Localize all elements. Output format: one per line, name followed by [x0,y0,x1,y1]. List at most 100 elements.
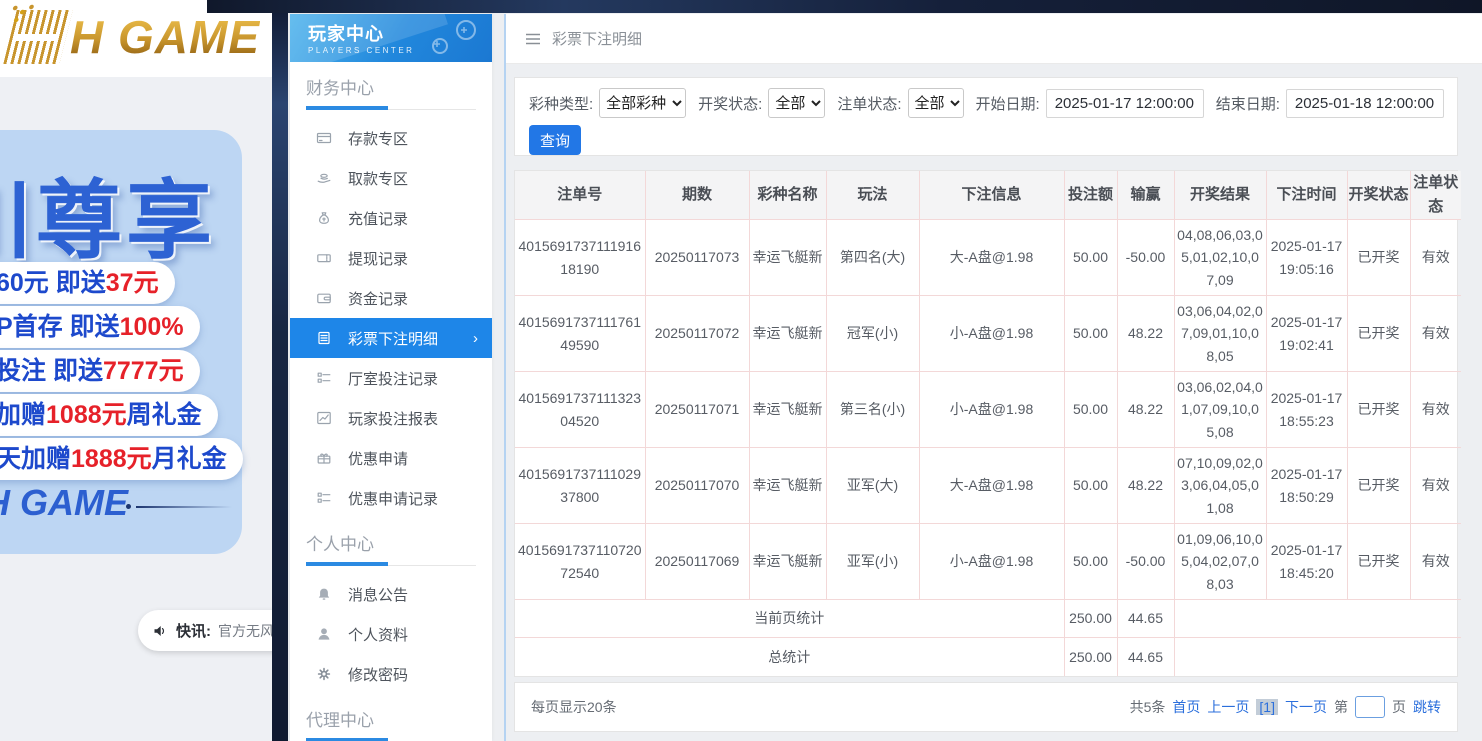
draw-status-select[interactable]: 全部 [768,88,825,118]
next-page-link[interactable]: 下一页 [1285,697,1327,717]
bet-table-card: 注单号 期数 彩种名称 玩法 下注信息 投注额 输赢 开奖结果 下注时间 开奖状… [514,170,1458,677]
site-logo: H GAME [10,10,260,64]
promo-title-clipped: 川 [0,173,36,269]
sidebar-item-hall-bet-record[interactable]: 厅室投注记录 [290,358,492,398]
screen: H GAME 川尊享 60元 即送37元 P首存 即送100% 投注 即送777… [0,0,1482,741]
promo-footer-logo: H GAME [0,482,128,524]
navy-divider-strip [272,0,288,741]
sidebar-item-fund-record[interactable]: 资金记录 [290,278,492,318]
finance-menu: 存款专区 取款专区 充值记录 提现记录 资金记录 彩票下注明细 › [290,118,492,518]
sidebar-item-promo-apply-record[interactable]: 优惠申请记录 [290,478,492,518]
draw-status-label: 开奖状态: [698,93,762,114]
table-row: 40156917371107207254020250117069幸运飞艇新亚军(… [515,524,1461,600]
sidebar-item-withdraw[interactable]: 取款专区 [290,158,492,198]
prev-page-link[interactable]: 上一页 [1207,697,1249,717]
promo-footer-dot [126,504,131,509]
lottery-type-select[interactable]: 全部彩种 [599,88,686,118]
section-finance-title: 财务中心 [306,74,476,99]
col-draw-result: 开奖结果 [1174,171,1266,220]
ticket-icon [316,250,332,266]
sidebar-item-lottery-bet-detail[interactable]: 彩票下注明细 › [290,318,492,358]
logo-stripes-icon [3,10,72,64]
page-jump-prefix: 第 [1334,697,1348,717]
page-summary-label: 当前页统计 [515,600,1064,638]
list-icon [316,370,332,386]
col-bet-info: 下注信息 [919,171,1064,220]
sidebar-item-promo-apply[interactable]: 优惠申请 [290,438,492,478]
person-icon [316,626,332,642]
page-title: 彩票下注明细 [552,28,642,49]
sidebar-item-deposit[interactable]: 存款专区 [290,118,492,158]
promo-title-text: 尊享 [36,173,216,269]
filter-bar: 彩种类型: 全部彩种 开奖状态: 全部 注单状态: 全部 开始日期: 结束日期:… [514,77,1458,156]
content-header: 彩票下注明细 [506,14,1482,64]
speaker-icon [152,623,169,639]
sidebar-header: 玩家中心 PLAYERS CENTER [290,14,492,62]
promo-pill: 投注 即送7777元 [0,350,200,392]
end-date-label: 结束日期: [1216,93,1280,114]
page-summary-winloss: 44.65 [1117,600,1174,638]
promo-pill: 加赠1088元周礼金 [0,394,218,436]
section-personal: 个人中心 [290,518,492,566]
promo-footer-line [136,506,232,508]
section-underline [306,109,476,110]
col-play: 玩法 [826,171,919,220]
logo-text: H GAME [70,10,260,64]
total-count: 共5条 [1130,697,1166,717]
sidebar-item-announcements[interactable]: 消息公告 [290,574,492,614]
end-date-input[interactable] [1286,89,1444,118]
money-bag-icon [316,210,332,226]
section-personal-title: 个人中心 [306,530,476,555]
document-icon [316,330,332,346]
col-bet-amount: 投注额 [1064,171,1117,220]
page-number-input[interactable] [1355,696,1385,718]
promo-title: 川尊享 [0,150,216,275]
gear-icon [316,666,332,682]
chevron-right-icon: › [473,330,478,347]
first-page-link[interactable]: 首页 [1172,697,1200,717]
ticker-text: 官方无风 [218,621,274,641]
section-agent-title: 代理中心 [306,706,476,731]
sidebar-item-player-bet-report[interactable]: 玩家投注报表 [290,398,492,438]
col-draw-status: 开奖状态 [1347,171,1410,220]
hand-money-icon [316,170,332,186]
table-header-row: 注单号 期数 彩种名称 玩法 下注信息 投注额 输赢 开奖结果 下注时间 开奖状… [515,171,1461,220]
promo-pill: P首存 即送100% [0,306,200,348]
page-jump-suffix: 页 [1392,697,1406,717]
content-left-accent [504,14,506,741]
sidebar-item-withdraw-record[interactable]: 提现记录 [290,238,492,278]
bell-icon [316,586,332,602]
table-row: 40156917371119161819020250117073幸运飞艇新第四名… [515,220,1461,296]
promo-pill: 天加赠1888元月礼金 [0,438,243,480]
lottery-type-label: 彩种类型: [529,93,593,114]
per-page-info: 每页显示20条 [531,697,617,717]
sidebar-item-change-password[interactable]: 修改密码 [290,654,492,694]
pagination-bar: 每页显示20条 共5条 首页 上一页 [1] 下一页 第 页 跳转 [514,682,1458,732]
total-summary-label: 总统计 [515,638,1064,676]
table-row: 40156917371113230452020250117071幸运飞艇新第三名… [515,372,1461,448]
order-status-label: 注单状态: [837,93,901,114]
table-row: 40156917371110293780020250117070幸运飞艇新亚军(… [515,448,1461,524]
jump-link[interactable]: 跳转 [1413,697,1441,717]
personal-menu: 消息公告 个人资料 修改密码 [290,574,492,694]
col-period: 期数 [645,171,749,220]
sidebar-item-profile[interactable]: 个人资料 [290,614,492,654]
start-date-input[interactable] [1046,89,1204,118]
wallet-icon [316,290,332,306]
order-status-select[interactable]: 全部 [908,88,964,118]
query-button[interactable]: 查询 [529,125,581,155]
total-summary-winloss: 44.65 [1117,638,1174,676]
bank-card-icon [316,130,332,146]
bet-table: 注单号 期数 彩种名称 玩法 下注信息 投注额 输赢 开奖结果 下注时间 开奖状… [515,171,1461,676]
list-icon [316,490,332,506]
promo-pane: H GAME 川尊享 60元 即送37元 P首存 即送100% 投注 即送777… [0,0,272,741]
sidebar-title: 玩家中心 [308,20,492,46]
ticker-label: 快讯: [176,620,211,641]
sidebar-item-recharge-record[interactable]: 充值记录 [290,198,492,238]
col-bet-time: 下注时间 [1266,171,1347,220]
page-summary-row: 当前页统计 250.00 44.65 [515,600,1461,638]
section-agent: 代理中心 [290,694,492,741]
total-summary-row: 总统计 250.00 44.65 [515,638,1461,676]
hamburger-menu-icon[interactable] [524,31,542,47]
col-bet-id: 注单号 [515,171,645,220]
